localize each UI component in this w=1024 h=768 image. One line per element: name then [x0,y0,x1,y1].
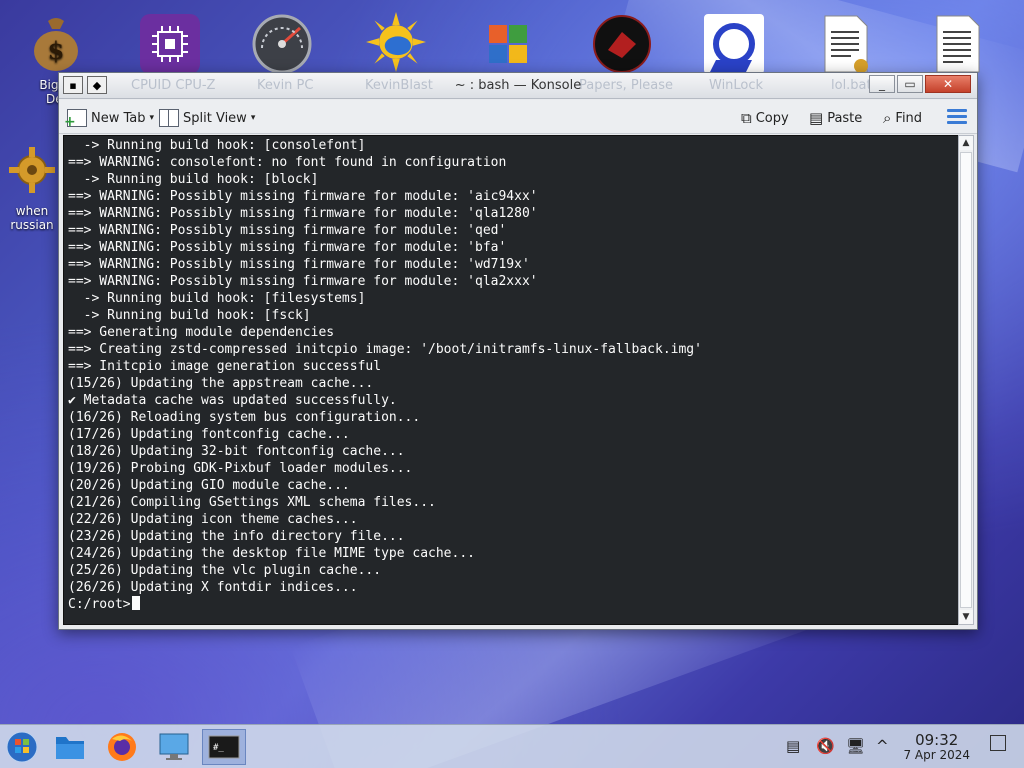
file-manager-icon[interactable] [48,729,92,765]
terminal-line: (17/26) Updating fontconfig cache... [68,427,350,442]
terminal-line: (21/26) Compiling GSettings XML schema f… [68,495,436,510]
terminal-line: -> Running build hook: [fsck] [83,308,311,323]
terminal-line: (18/26) Updating 32-bit fontconfig cache… [68,444,405,459]
terminal-scrollbar[interactable]: ▲ ▼ [958,135,974,625]
terminal-line: ==> WARNING: Possibly missing firmware f… [68,274,538,289]
new-tab-button[interactable]: + New Tab ▾ [64,107,154,130]
paste-button[interactable]: ▤ Paste [809,107,862,129]
svg-text:$: $ [48,36,65,65]
desktop-icon-cpuz[interactable] [120,8,220,74]
terminal-line: -> Running build hook: [filesystems] [83,291,366,306]
cpu-chip-icon [140,14,200,74]
minimize-button[interactable]: _ [869,75,895,93]
text-file-icon [928,14,988,74]
terminal-line: (26/26) Updating X fontdir indices... [68,580,358,595]
copy-button[interactable]: ⧉ Copy [741,107,789,129]
split-view-button[interactable]: Split View ▾ [159,107,255,129]
taskbar: #_ ▤ 🔇 🖥 ^ 09:32 7 Apr 2024 [0,724,1024,768]
konsole-window[interactable]: ▪ ◆ CPUID CPU-Z Kevin PC KevinBlast Pape… [58,72,978,630]
terminal-line: ==> WARNING: Possibly missing firmware f… [68,257,530,272]
search-icon: ⌕ [883,109,892,127]
new-tab-icon: + [64,109,87,130]
desktop-icon-winlock[interactable] [684,8,784,74]
maximize-button[interactable]: ▭ [897,75,923,93]
terminal-line: (19/26) Probing GDK-Pixbuf loader module… [68,461,413,476]
terminal-line: ==> WARNING: Possibly missing firmware f… [68,189,538,204]
scrollbar-thumb[interactable] [960,152,972,608]
sun-disc-icon [366,12,426,72]
terminal-line: ==> WARNING: Possibly missing firmware f… [68,223,507,238]
terminal-line: (15/26) Updating the appstream cache... [68,376,374,391]
clock-time: 09:32 [915,731,959,749]
control-panel-icon[interactable] [152,729,196,765]
terminal-line: (25/26) Updating the vlc plugin cache... [68,563,382,578]
clipboard-icon[interactable]: ▤ [786,737,800,755]
terminal-prompt: C:/root> [68,597,131,612]
firefox-icon[interactable] [100,729,144,765]
copy-icon: ⧉ [741,109,752,127]
terminal-line: -> Running build hook: [consolefont] [83,138,366,153]
terminal-line: ==> WARNING: Possibly missing firmware f… [68,206,538,221]
terminal-line: ==> WARNING: consolefont: no font found … [68,155,507,170]
close-button[interactable]: ✕ [925,75,971,93]
terminal-line: (23/26) Updating the info directory file… [68,529,405,544]
terminal-line: -> Running build hook: [block] [83,172,319,187]
gear-icon [2,140,62,200]
speedometer-icon [252,14,312,74]
desktop-icon-kevin-pc[interactable] [232,8,332,74]
find-button[interactable]: ⌕ Find [883,107,922,129]
clock-date: 7 Apr 2024 [903,748,970,762]
terminal-line: ==> Creating zstd-compressed initcpio im… [68,342,702,357]
clock[interactable]: 09:32 7 Apr 2024 [903,732,970,762]
desktop-icon-text-file[interactable] [908,8,1008,74]
terminal-line: (22/26) Updating icon theme caches... [68,512,358,527]
konsole-toolbar: + New Tab ▾ Split View ▾ ⧉ Copy ▤ Paste ⌕ … [59,100,977,134]
svg-text:#_: #_ [213,743,224,753]
office-logo-icon [478,14,538,74]
start-orb-icon[interactable] [0,729,44,765]
show-desktop-icon[interactable] [990,735,1006,751]
chevron-up-icon[interactable]: ^ [876,737,889,755]
scroll-up-arrow[interactable]: ▲ [959,136,973,150]
scroll-down-arrow[interactable]: ▼ [959,610,973,624]
terminal-line: ==> WARNING: Possibly missing firmware f… [68,240,507,255]
volume-muted-icon[interactable]: 🔇 [816,737,835,755]
desktop-icon-papers-please[interactable] [572,8,672,74]
terminal-line: (24/26) Updating the desktop file MIME t… [68,546,475,561]
terminal-line: ==> Initcpio image generation successful [68,359,382,374]
network-icon[interactable]: 🖥 [846,737,865,755]
desktop-icon-office[interactable] [458,8,558,74]
batch-file-icon [816,14,876,74]
winlock-icon [704,14,764,74]
desktop-icon-kevinblast[interactable] [346,6,446,72]
terminal-output[interactable]: -> Running build hook: [consolefont] ==>… [63,135,959,625]
split-view-icon [159,109,179,127]
terminal-icon[interactable]: #_ [202,729,246,765]
terminal-text: -> Running build hook: [consolefont] ==>… [64,136,958,613]
window-title: ~ : bash — Konsole [454,78,582,93]
terminal-line: (20/26) Updating GIO module cache... [68,478,350,493]
terminal-line: (16/26) Reloading system bus configurati… [68,410,421,425]
window-titlebar[interactable]: ▪ ◆ CPUID CPU-Z Kevin PC KevinBlast Pape… [59,73,977,99]
money-bag-icon: $ [26,14,86,74]
hamburger-menu-icon[interactable] [947,109,967,127]
papers-please-icon [592,14,652,74]
terminal-line: ==> Generating module dependencies [68,325,335,340]
paste-icon: ▤ [809,109,824,127]
terminal-line: ✔ Metadata cache was updated successfull… [68,393,397,408]
text-cursor [131,596,140,610]
desktop-icon-lol-bat[interactable] [796,8,896,74]
